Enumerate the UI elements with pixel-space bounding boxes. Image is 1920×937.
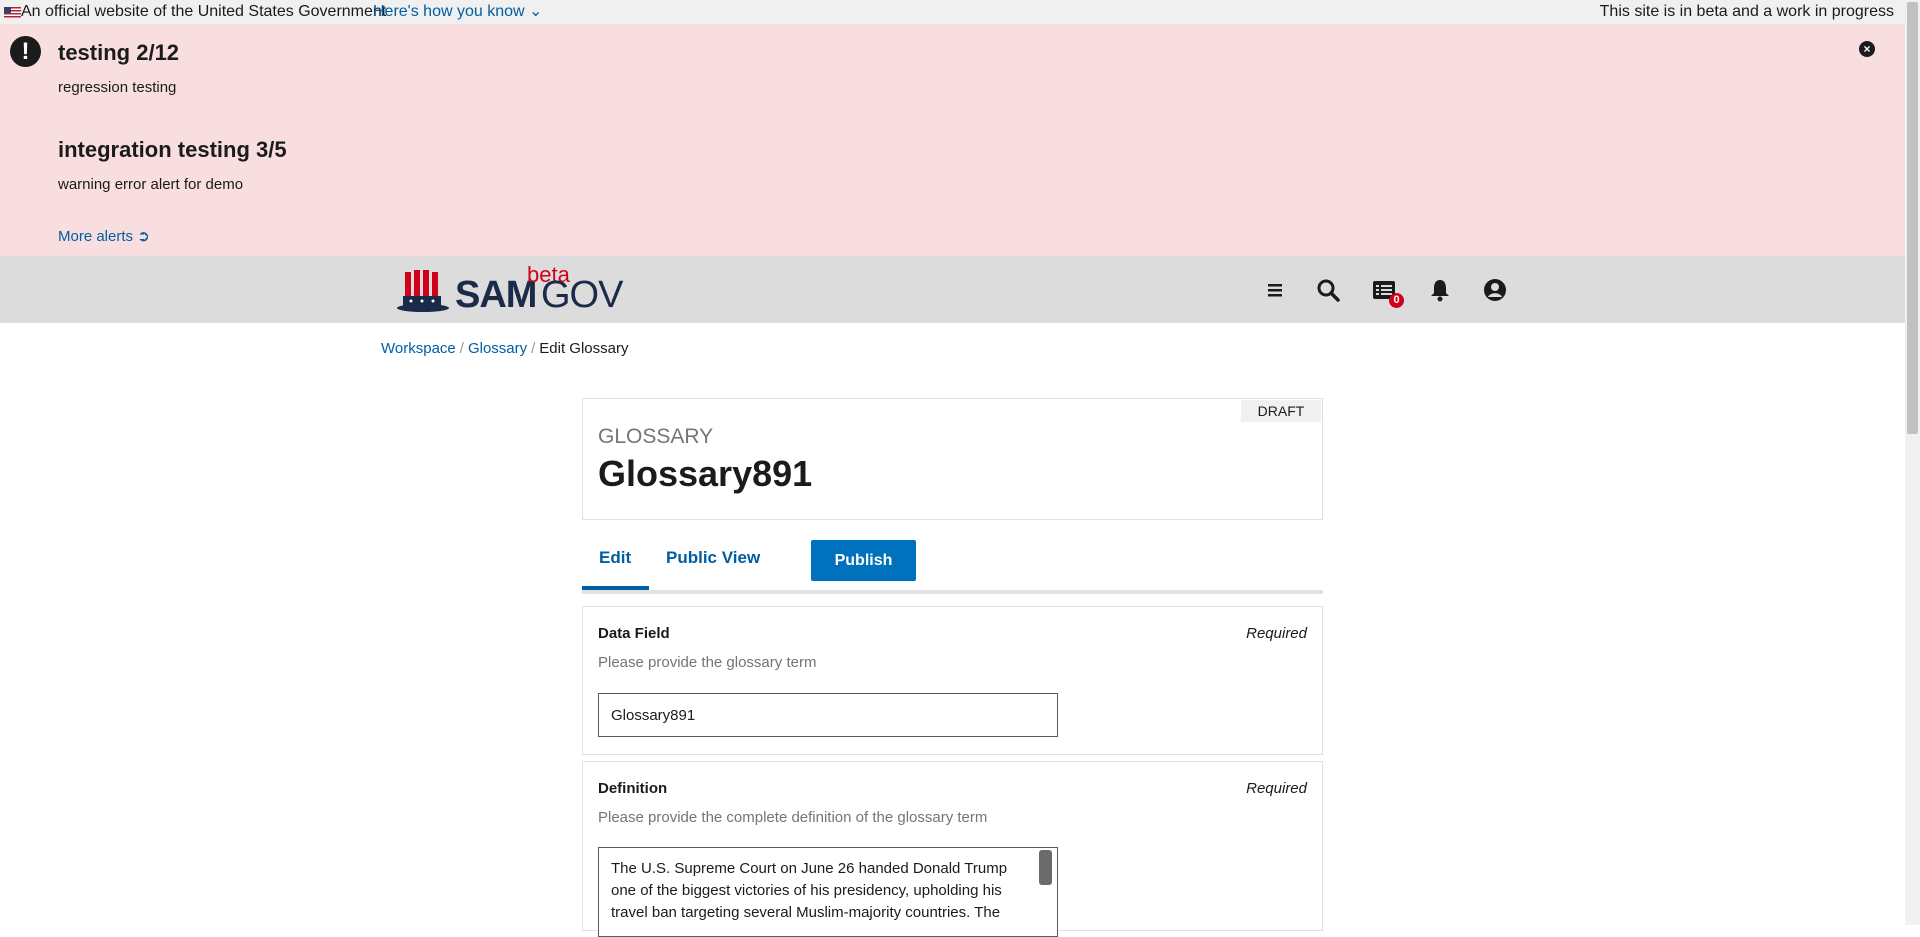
- active-tab-indicator: [582, 586, 649, 590]
- close-icon[interactable]: ×: [1859, 41, 1875, 57]
- record-type: GLOSSARY: [598, 425, 714, 448]
- field-label: Definition: [598, 780, 668, 797]
- alert-title: testing 2/12: [58, 40, 180, 65]
- logo-gov-text: GOV: [541, 274, 623, 316]
- site-header: SAM beta GOV: [0, 256, 1905, 323]
- breadcrumb-separator: /: [531, 340, 536, 357]
- scrollbar-thumb[interactable]: [1907, 2, 1918, 434]
- tab-public-view[interactable]: Public View: [666, 548, 760, 568]
- exclamation-icon: !: [10, 36, 41, 67]
- breadcrumb-workspace[interactable]: Workspace: [381, 340, 456, 357]
- bell-icon[interactable]: [1428, 278, 1452, 302]
- search-icon[interactable]: [1316, 278, 1340, 302]
- tab-edit[interactable]: Edit: [599, 548, 631, 568]
- beta-notice: This site is in beta and a work in progr…: [1599, 3, 1894, 20]
- glossary-title-card: DRAFT GLOSSARY Glossary891: [582, 398, 1323, 520]
- field-label: Data Field: [598, 625, 670, 642]
- tab-bar: Edit Public View Publish: [582, 540, 1323, 594]
- alerts-panel: ! × testing 2/12 regression testing inte…: [0, 24, 1905, 256]
- messages-count-badge: 0: [1389, 293, 1404, 308]
- definition-section: Definition Required Please provide the c…: [582, 761, 1323, 937]
- sam-logo[interactable]: SAM beta GOV: [397, 262, 623, 316]
- alert-description: warning error alert for demo: [58, 176, 244, 193]
- user-icon[interactable]: [1483, 278, 1507, 302]
- gov-banner: An official website of the United States…: [0, 0, 1905, 24]
- data-field-section: Data Field Required Please provide the g…: [582, 606, 1323, 755]
- required-indicator: Required: [1246, 625, 1307, 642]
- arrow-circle-right-icon: ➲: [137, 228, 150, 245]
- how-you-know-label: Here's how you know: [373, 3, 525, 20]
- breadcrumb-current: Edit Glossary: [539, 340, 629, 357]
- official-site-text: An official website of the United States…: [21, 3, 387, 20]
- publish-button[interactable]: Publish: [811, 540, 916, 581]
- breadcrumb-separator: /: [459, 340, 464, 357]
- glossary-term-input[interactable]: [598, 693, 1058, 737]
- page-title: Glossary891: [598, 453, 813, 494]
- definition-textarea[interactable]: The U.S. Supreme Court on June 26 handed…: [598, 847, 1058, 937]
- textarea-scrollbar[interactable]: [1039, 850, 1052, 885]
- us-flag-icon: [4, 7, 21, 18]
- alert-description: regression testing: [58, 79, 177, 96]
- page-scrollbar[interactable]: [1905, 0, 1920, 925]
- required-indicator: Required: [1246, 780, 1307, 797]
- field-help-text: Please provide the complete definition o…: [598, 809, 988, 826]
- status-badge: DRAFT: [1241, 400, 1321, 422]
- how-you-know-link[interactable]: Here's how you know ⌄: [373, 0, 542, 24]
- breadcrumb: Workspace / Glossary / Edit Glossary: [381, 340, 629, 357]
- menu-icon[interactable]: [1263, 278, 1287, 302]
- logo-sam-text: SAM: [455, 274, 537, 316]
- more-alerts-link[interactable]: More alerts ➲: [58, 227, 150, 245]
- field-help-text: Please provide the glossary term: [598, 654, 817, 671]
- more-alerts-label: More alerts: [58, 228, 134, 245]
- uncle-sam-hat-icon: [397, 270, 449, 312]
- chevron-down-icon: ⌄: [524, 3, 543, 20]
- alert-title: integration testing 3/5: [58, 137, 287, 162]
- breadcrumb-glossary[interactable]: Glossary: [468, 340, 527, 357]
